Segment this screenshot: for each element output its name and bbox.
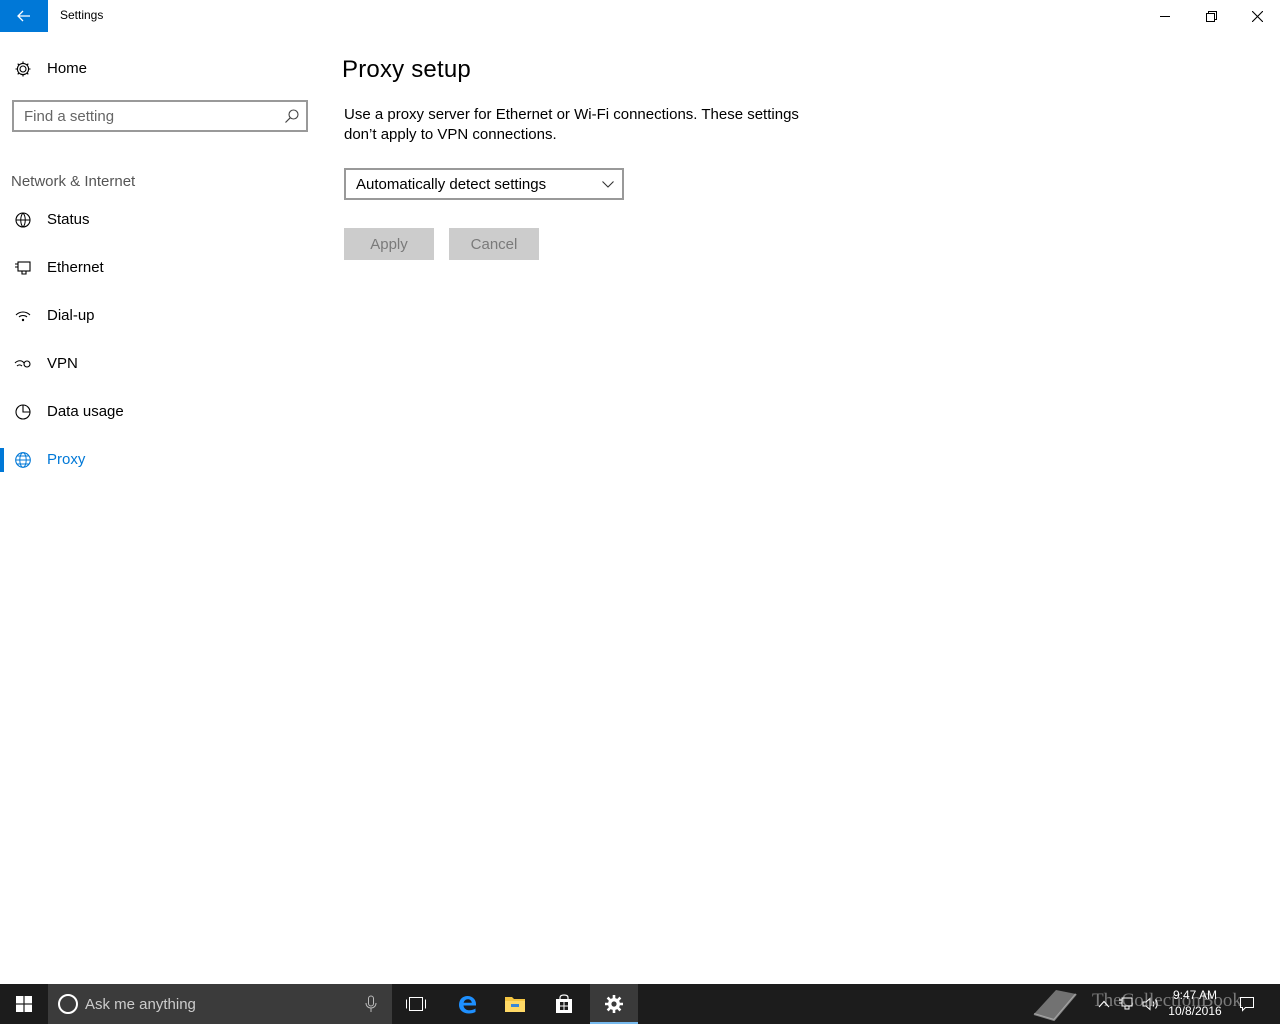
window-title: Settings <box>60 8 104 22</box>
task-view-icon <box>406 997 426 1011</box>
home-label: Home <box>47 60 88 77</box>
notification-icon <box>1240 997 1254 1012</box>
proxy-description: Use a proxy server for Ethernet or Wi-Fi… <box>344 106 799 143</box>
start-button[interactable] <box>0 984 48 1024</box>
sidebar-item-vpn[interactable]: VPN <box>0 344 320 384</box>
clock-date: 10/8/2016 <box>1168 1004 1222 1018</box>
taskbar: Ask me anything TheCollectionBook 9:47 A… <box>0 984 1280 1024</box>
store-bag-icon <box>556 994 572 1013</box>
sidebar-item-label: VPN <box>47 355 78 372</box>
restore-button[interactable] <box>1188 0 1234 32</box>
sidebar-item-label: Status <box>47 211 90 228</box>
taskbar-edge[interactable] <box>443 984 491 1024</box>
search-icon[interactable] <box>284 108 300 124</box>
sidebar-item-status[interactable]: Status <box>0 200 320 240</box>
taskbar-store[interactable] <box>540 984 588 1024</box>
proxy-mode-dropdown[interactable]: Automatically detect settings <box>344 168 624 200</box>
dialup-icon <box>15 311 31 322</box>
cortana-icon <box>58 994 78 1014</box>
sidebar-item-ethernet[interactable]: Ethernet <box>0 248 320 288</box>
restore-icon <box>1205 10 1217 22</box>
ethernet-icon <box>15 261 31 275</box>
close-icon <box>1251 10 1263 22</box>
book-logo-icon <box>1033 990 1077 1022</box>
network-tray-button[interactable] <box>1116 984 1136 1024</box>
home-nav-item[interactable]: Home <box>0 52 320 86</box>
taskbar-file-explorer[interactable] <box>491 984 539 1024</box>
cancel-button[interactable]: Cancel <box>449 228 539 260</box>
action-center-button[interactable] <box>1234 984 1260 1024</box>
settings-search-box[interactable] <box>12 100 308 132</box>
task-view-button[interactable] <box>392 984 440 1024</box>
apply-button[interactable]: Apply <box>344 228 434 260</box>
taskbar-settings[interactable] <box>590 984 638 1024</box>
settings-search-input[interactable] <box>24 106 274 126</box>
sidebar-item-label: Data usage <box>47 403 124 420</box>
title-bar: Settings <box>0 0 1280 32</box>
back-arrow-icon <box>17 10 30 22</box>
speaker-icon <box>1142 997 1158 1011</box>
clock-time: 9:47 AM <box>1172 988 1218 1002</box>
globe-icon <box>15 452 31 468</box>
minimize-button[interactable] <box>1142 0 1188 32</box>
dropdown-selected-value: Automatically detect settings <box>356 176 547 193</box>
gear-icon <box>15 61 31 77</box>
edge-browser-icon <box>459 996 476 1014</box>
taskbar-clock[interactable]: 9:47 AM 10/8/2016 <box>1162 987 1228 1019</box>
minimize-icon <box>1160 16 1170 17</box>
windows-logo-icon <box>16 996 32 1012</box>
folder-icon <box>505 997 525 1012</box>
sidebar-item-label: Dial-up <box>47 307 95 324</box>
chevron-up-icon <box>1098 1000 1110 1008</box>
chevron-down-icon <box>602 181 614 188</box>
vpn-icon <box>14 360 31 368</box>
page-title: Proxy setup <box>342 56 471 83</box>
sidebar-item-label: Ethernet <box>47 259 104 276</box>
network-icon <box>1119 997 1133 1010</box>
sidebar-item-data-usage[interactable]: Data usage <box>0 392 320 432</box>
volume-tray-button[interactable] <box>1140 984 1162 1024</box>
data-usage-icon <box>15 404 31 420</box>
microphone-icon[interactable] <box>364 995 378 1013</box>
sidebar-item-proxy[interactable]: Proxy <box>0 440 320 480</box>
cortana-placeholder: Ask me anything <box>85 996 196 1013</box>
cortana-search-box[interactable]: Ask me anything <box>48 984 392 1024</box>
sidebar: Home Network & Internet Status Ethernet … <box>0 32 320 984</box>
back-button[interactable] <box>0 0 48 32</box>
show-hidden-icons-button[interactable] <box>1094 984 1114 1024</box>
section-label: Network & Internet <box>11 173 136 190</box>
sidebar-item-label: Proxy <box>47 451 86 468</box>
sidebar-item-dialup[interactable]: Dial-up <box>0 296 320 336</box>
gear-icon <box>605 995 623 1013</box>
close-button[interactable] <box>1234 0 1280 32</box>
status-icon <box>15 212 31 228</box>
